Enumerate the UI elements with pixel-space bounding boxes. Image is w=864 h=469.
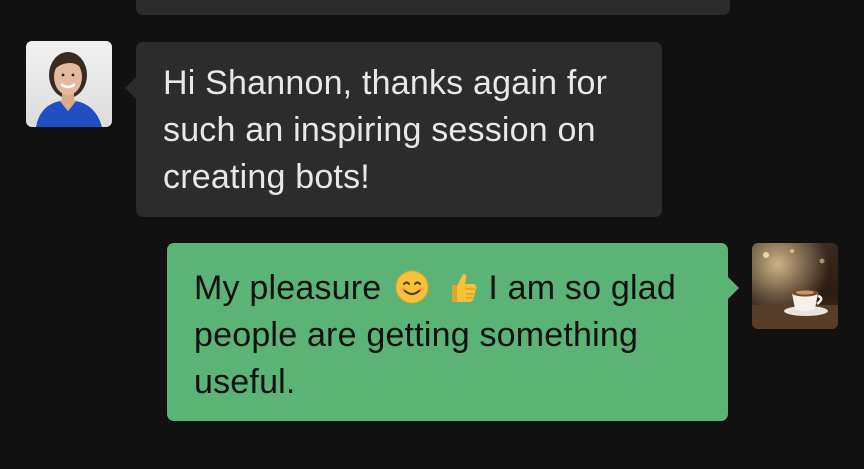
previous-message-bubble[interactable] (136, 0, 730, 15)
thumbs-up-icon (443, 269, 479, 305)
outgoing-message-text-start: My pleasure (194, 269, 382, 307)
outgoing-message-bubble[interactable]: My pleasure I am so glad people are gett… (167, 243, 739, 421)
incoming-message-bubble[interactable]: Hi Shannon, thanks again for such an ins… (125, 42, 662, 217)
chat-screen: Hi Shannon, thanks again for such an ins… (0, 0, 864, 469)
smiling-face-icon (394, 269, 430, 305)
coffee-avatar-icon (752, 243, 838, 329)
my-avatar[interactable] (752, 243, 838, 329)
contact-avatar[interactable] (26, 41, 112, 127)
woman-avatar-icon (26, 41, 112, 127)
incoming-message-text: Hi Shannon, thanks again for such an ins… (163, 64, 608, 196)
